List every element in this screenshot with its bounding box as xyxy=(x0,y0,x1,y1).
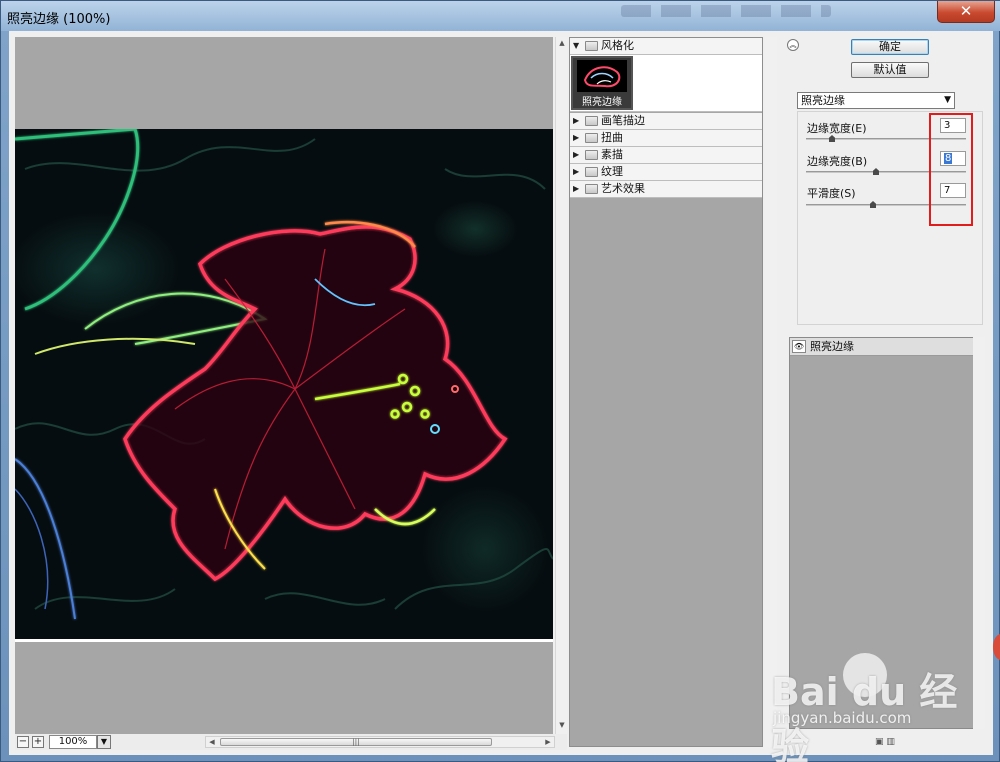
edge-circle-decoration xyxy=(993,634,1000,660)
chevron-down-icon: ▼ xyxy=(944,95,951,105)
preview-image-bottom-edge xyxy=(15,639,553,642)
edge-width-label: 边缘宽度(E) xyxy=(807,122,867,135)
folder-icon xyxy=(585,150,598,160)
zoom-in-button[interactable]: + xyxy=(32,736,44,748)
collapsed-triangle-icon: ▶ xyxy=(573,133,580,142)
zoom-level-field[interactable]: 100% xyxy=(49,735,97,749)
collapse-gallery-button[interactable]: ︽ xyxy=(787,39,799,51)
zoom-out-button[interactable]: − xyxy=(17,736,29,748)
slider-thumb[interactable] xyxy=(870,201,876,208)
preview-pane[interactable] xyxy=(15,37,553,734)
filter-gallery-list: ▼ 风格化 照亮边缘 ▶ 画笔描边 ▶ 扭曲 ▶ 素描 ▶ 纹理 ▶ 艺术效果 xyxy=(569,37,763,747)
category-stylize[interactable]: ▼ 风格化 xyxy=(570,38,762,55)
smoothness-label: 平滑度(S) xyxy=(807,187,856,200)
scroll-left-arrow-icon[interactable]: ◀ xyxy=(206,738,218,746)
title-bar[interactable]: 照亮边缘 (100%) ✕ xyxy=(1,1,1000,31)
collapsed-triangle-icon: ▶ xyxy=(573,184,580,193)
collapsed-triangle-icon: ▶ xyxy=(573,167,580,176)
folder-icon xyxy=(585,133,598,143)
zoom-dropdown-button[interactable]: ▼ xyxy=(97,735,111,749)
category-label: 风格化 xyxy=(601,39,634,52)
category-distort[interactable]: ▶ 扭曲 xyxy=(570,130,762,147)
expanded-triangle-icon: ▼ xyxy=(573,41,580,50)
category-artistic[interactable]: ▶ 艺术效果 xyxy=(570,181,762,198)
category-label: 纹理 xyxy=(601,165,623,178)
highlight-annotation-box xyxy=(929,113,973,226)
effect-layer-item[interactable]: 👁 照亮边缘 xyxy=(790,338,984,356)
folder-icon xyxy=(585,184,598,194)
horizontal-scroll-thumb[interactable]: ||| xyxy=(220,738,492,746)
collapsed-triangle-icon: ▶ xyxy=(573,116,580,125)
collapsed-triangle-icon: ▶ xyxy=(573,150,580,159)
close-button[interactable]: ✕ xyxy=(937,1,995,23)
folder-icon xyxy=(585,41,598,51)
preview-vertical-scrollbar[interactable]: ▲ ▼ xyxy=(555,37,567,734)
preview-zoom-bar: − + 100% ▼ ◀ ||| ▶ xyxy=(15,734,567,750)
gallery-scrollbar[interactable] xyxy=(765,37,777,747)
baidu-watermark: Bai du 经验 jingyan.baidu.com xyxy=(771,653,981,762)
glowing-edges-flower-image xyxy=(15,129,553,620)
category-brush-strokes[interactable]: ▶ 画笔描边 xyxy=(570,113,762,130)
ok-button[interactable]: 确定 xyxy=(851,39,929,55)
dialog-client-area: ▲ ▼ − + 100% ▼ ◀ ||| ▶ ▼ 风格化 照亮边缘 ▶ 画笔描边… xyxy=(9,31,993,755)
window-title: 照亮边缘 (100%) xyxy=(7,12,111,27)
category-texture[interactable]: ▶ 纹理 xyxy=(570,164,762,181)
category-label: 艺术效果 xyxy=(601,182,645,195)
category-label: 素描 xyxy=(601,148,623,161)
filter-gallery-window: 照亮边缘 (100%) ✕ ▲ ▼ − + 100% ▼ ◀ ||| ▶ ▼ 风… xyxy=(0,0,1000,762)
settings-panel: ︽ 确定 默认值 照亮边缘 ▼ 边缘宽度(E) 3 边缘亮度(B) 8 平滑度(… xyxy=(779,31,993,755)
thumbnail-image xyxy=(577,60,627,92)
scroll-right-arrow-icon[interactable]: ▶ xyxy=(542,738,554,746)
stylize-thumbnails: 照亮边缘 xyxy=(570,55,762,112)
scroll-down-arrow-icon[interactable]: ▼ xyxy=(556,721,568,729)
folder-icon xyxy=(585,116,598,126)
title-bar-decoration xyxy=(621,5,831,17)
filter-select[interactable]: 照亮边缘 ▼ xyxy=(797,92,955,109)
preview-horizontal-scrollbar[interactable]: ◀ ||| ▶ xyxy=(205,736,555,748)
category-sketch[interactable]: ▶ 素描 xyxy=(570,147,762,164)
effect-layer-label: 照亮边缘 xyxy=(810,340,854,353)
default-button[interactable]: 默认值 xyxy=(851,62,929,78)
watermark-url: jingyan.baidu.com xyxy=(773,709,912,727)
edge-brightness-label: 边缘亮度(B) xyxy=(807,155,868,168)
slider-thumb[interactable] xyxy=(829,135,835,142)
eye-icon[interactable]: 👁 xyxy=(792,340,806,353)
slider-thumb[interactable] xyxy=(873,168,879,175)
folder-icon xyxy=(585,167,598,177)
thumbnail-label: 照亮边缘 xyxy=(582,97,622,108)
category-label: 画笔描边 xyxy=(601,114,645,127)
scroll-up-arrow-icon[interactable]: ▲ xyxy=(556,39,568,47)
filter-select-value: 照亮边缘 xyxy=(801,94,845,107)
category-label: 扭曲 xyxy=(601,131,623,144)
preview-image xyxy=(15,129,553,639)
filter-thumbnail-glowing-edges[interactable]: 照亮边缘 xyxy=(571,56,633,110)
